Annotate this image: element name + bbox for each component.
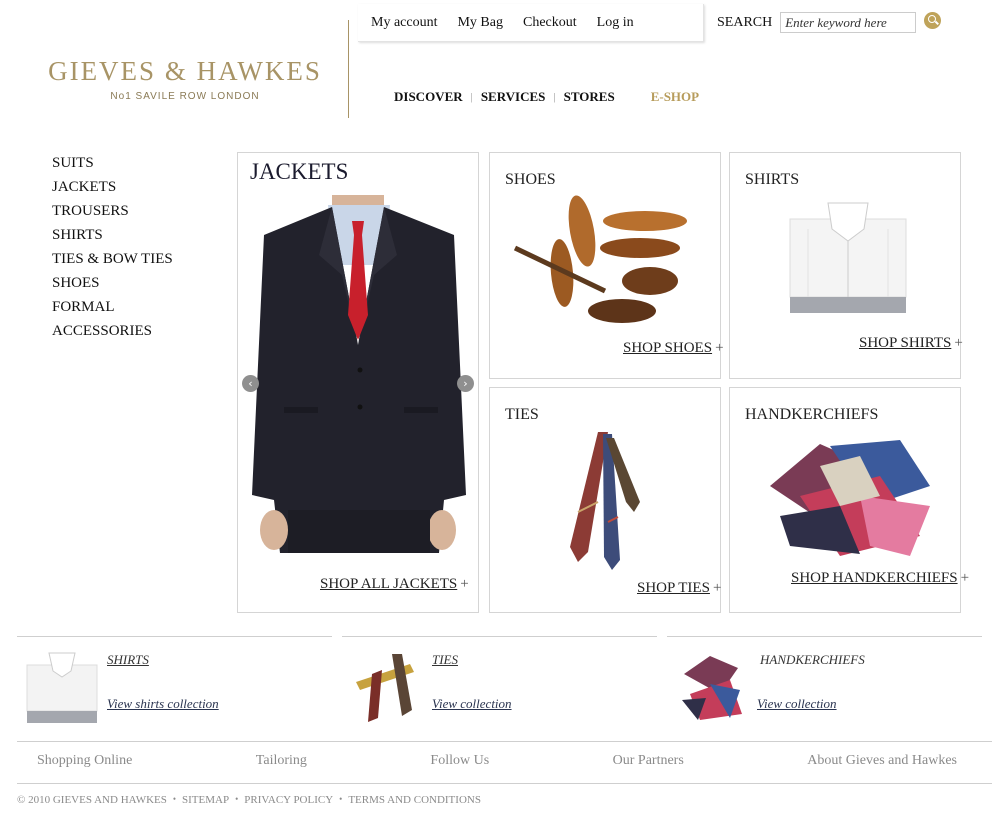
promo-handkerchiefs-link[interactable]: View collection — [757, 696, 837, 712]
nav-eshop[interactable]: E-SHOP — [651, 89, 699, 105]
footer-about[interactable]: About Gieves and Hawkes — [807, 753, 957, 769]
category-ties-bow-ties[interactable]: TIES & BOW TIES — [52, 251, 173, 275]
promo-ties-title[interactable]: TIES — [432, 652, 458, 668]
plus-icon: + — [715, 340, 724, 356]
footer-follow-us[interactable]: Follow Us — [430, 753, 489, 769]
bullet-separator: • — [172, 794, 177, 804]
footer-shopping-online[interactable]: Shopping Online — [37, 753, 132, 769]
shop-handkerchiefs-link[interactable]: SHOP HANDKERCHIEFS + — [791, 570, 969, 587]
category-shirts[interactable]: SHIRTS — [52, 227, 173, 251]
jackets-title: JACKETS — [250, 159, 349, 184]
footer-our-partners[interactable]: Our Partners — [613, 753, 684, 769]
category-formal[interactable]: FORMAL — [52, 299, 173, 323]
promo-shirts-link[interactable]: View shirts collection — [107, 696, 219, 712]
plus-icon: + — [460, 576, 469, 592]
plus-icon: + — [712, 580, 722, 596]
category-accessories[interactable]: ACCESSORIES — [52, 323, 173, 347]
footer-divider — [17, 741, 992, 742]
shop-shirts-link[interactable]: SHOP SHIRTS + — [859, 335, 963, 352]
shop-shirts-label: SHOP SHIRTS — [859, 335, 952, 351]
shoes-image[interactable] — [510, 193, 690, 333]
header-divider — [348, 20, 349, 118]
promo-divider — [667, 636, 982, 637]
promo-handkerchiefs-image[interactable] — [680, 654, 746, 722]
promo-ties-image[interactable] — [352, 654, 426, 724]
promo-shirts-image[interactable] — [25, 651, 99, 725]
shop-shoes-link[interactable]: SHOP SHOES + — [623, 340, 724, 357]
ties-title: TIES — [505, 406, 539, 423]
search-input[interactable] — [780, 12, 917, 33]
shop-all-jackets-label: SHOP ALL JACKETS — [320, 576, 458, 592]
handkerchiefs-panel: HANDKERCHIEFS SHOP HANDKERCHIEFS + — [729, 387, 969, 613]
search-icon[interactable] — [924, 12, 942, 29]
promo-ties-link[interactable]: View collection — [432, 696, 512, 712]
shirts-title: SHIRTS — [745, 171, 800, 188]
shoes-title: SHOES — [505, 171, 556, 188]
nav-discover[interactable]: DISCOVER — [394, 89, 463, 105]
shoes-panel: SHOES SHOP SHOES + — [489, 152, 724, 379]
nav-separator: | — [470, 91, 473, 103]
category-shoes[interactable]: SHOES — [52, 275, 173, 299]
nav-services[interactable]: SERVICES — [481, 89, 546, 105]
jacket-image[interactable] — [244, 195, 474, 553]
chevron-right-icon[interactable]: › — [457, 375, 474, 392]
brand-name: GIEVES & HAWKES — [48, 56, 322, 86]
handkerchiefs-image[interactable] — [760, 436, 940, 564]
terms-link[interactable]: TERMS AND CONDITIONS — [348, 794, 481, 806]
category-menu: SUITS JACKETS TROUSERS SHIRTS TIES & BOW… — [52, 155, 173, 347]
search-bar: SEARCH — [717, 12, 942, 33]
copyright-text: © 2010 GIEVES AND HAWKES — [17, 794, 167, 806]
shop-handkerchiefs-label: SHOP HANDKERCHIEFS — [791, 570, 958, 586]
shop-ties-label: SHOP TIES — [637, 580, 710, 596]
handkerchiefs-title: HANDKERCHIEFS — [745, 406, 879, 423]
log-in-link[interactable]: Log in — [597, 15, 634, 31]
ties-panel: TIES SHOP TIES + — [489, 387, 721, 613]
nav-stores[interactable]: STORES — [564, 89, 615, 105]
category-trousers[interactable]: TROUSERS — [52, 203, 173, 227]
promo-divider — [17, 636, 332, 637]
ties-image[interactable] — [548, 432, 648, 572]
brand-tagline: No1 SAVILE ROW LONDON — [110, 91, 260, 102]
footer-legal: © 2010 GIEVES AND HAWKES • SITEMAP • PRI… — [17, 794, 481, 806]
shop-all-jackets-link[interactable]: SHOP ALL JACKETS + — [320, 576, 469, 593]
footer-divider — [17, 783, 992, 784]
my-account-link[interactable]: My account — [371, 15, 437, 31]
chevron-left-icon[interactable]: ‹ — [242, 375, 259, 392]
category-suits[interactable]: SUITS — [52, 155, 173, 179]
account-nav: My account My Bag Checkout Log in — [358, 4, 704, 42]
footer-nav: Shopping Online Tailoring Follow Us Our … — [37, 753, 957, 769]
bullet-separator: • — [235, 794, 239, 804]
nav-separator: | — [553, 91, 556, 103]
my-bag-link[interactable]: My Bag — [457, 15, 503, 31]
privacy-policy-link[interactable]: PRIVACY POLICY — [244, 794, 333, 806]
promo-shirts-title[interactable]: SHIRTS — [107, 652, 149, 668]
jackets-panel: JACKETS ‹ › SHOP ALL JACKETS + — [237, 152, 479, 613]
plus-icon: + — [954, 335, 963, 351]
promo-divider — [342, 636, 657, 637]
plus-icon: + — [960, 570, 970, 586]
brand-logo[interactable]: GIEVES & HAWKES No1 SAVILE ROW LONDON — [40, 56, 330, 102]
shirts-image[interactable] — [788, 199, 908, 317]
search-label: SEARCH — [717, 14, 773, 30]
checkout-link[interactable]: Checkout — [523, 15, 577, 31]
main-nav: DISCOVER | SERVICES | STORES E-SHOP — [394, 89, 699, 105]
shop-ties-link[interactable]: SHOP TIES + — [637, 580, 721, 597]
shop-shoes-label: SHOP SHOES — [623, 340, 713, 356]
promo-handkerchiefs-title: HANDKERCHIEFS — [760, 652, 865, 667]
sitemap-link[interactable]: SITEMAP — [182, 794, 229, 806]
bullet-separator: • — [339, 794, 343, 804]
category-jackets[interactable]: JACKETS — [52, 179, 173, 203]
footer-tailoring[interactable]: Tailoring — [256, 753, 307, 769]
shirts-panel: SHIRTS SHOP SHIRTS + — [729, 152, 963, 379]
